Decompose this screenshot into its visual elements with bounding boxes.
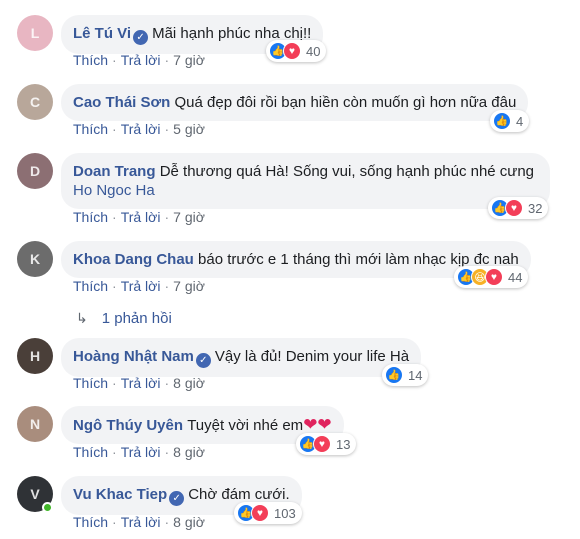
heart-emoji-icon: ❤❤	[303, 415, 332, 434]
comment-time[interactable]: 7 giờ	[173, 278, 205, 294]
comment-text: Tuyệt vời nhé em	[187, 417, 304, 434]
comment-author[interactable]: Hoàng Nhật Nam	[73, 348, 194, 365]
comment-bubble: Cao Thái Sơn Quá đẹp đôi rồi bạn hiền cò…	[61, 84, 529, 121]
comment-time[interactable]: 7 giờ	[173, 52, 205, 68]
love-reaction-icon: ♥	[505, 199, 523, 217]
reaction-count: 14	[408, 367, 423, 383]
reaction-summary[interactable]: 👍 ♥ 13	[296, 433, 357, 455]
reaction-summary[interactable]: 👍 ♥ 32	[488, 197, 549, 219]
reaction-summary[interactable]: 👍 ♥ 103	[234, 502, 302, 524]
like-button[interactable]: Thích	[73, 209, 108, 225]
like-button[interactable]: Thích	[73, 375, 108, 391]
like-button[interactable]: Thích	[73, 444, 108, 460]
like-button[interactable]: Thích	[73, 514, 108, 530]
like-button[interactable]: Thích	[73, 52, 108, 68]
avatar[interactable]: K	[17, 241, 53, 277]
comment-bubble: Hoàng Nhật Nam ✓ Vậy là đủ! Denim your lif…	[61, 338, 422, 377]
love-reaction-icon: ♥	[485, 268, 503, 286]
reaction-count: 40	[306, 43, 321, 59]
reaction-summary[interactable]: 👍 4	[490, 110, 530, 132]
verified-badge-icon: ✓	[133, 30, 149, 45]
comment-author[interactable]: Cao Thái Sơn	[73, 94, 170, 111]
replies-count[interactable]: 1 phản hồi	[102, 310, 172, 327]
reply-button[interactable]: Trả lời	[121, 209, 161, 225]
reaction-summary[interactable]: 👍 😆 ♥ 44	[454, 266, 529, 288]
comment-time[interactable]: 8 giờ	[173, 375, 205, 391]
comment-text: Chờ đám cưới.	[188, 486, 290, 503]
view-replies-link[interactable]: ↳ 1 phản hồi	[76, 310, 172, 327]
comment-actions: Thích · Trả lời · 5 giờ	[73, 121, 205, 137]
love-reaction-icon: ♥	[283, 42, 301, 60]
reaction-count: 32	[528, 200, 543, 216]
reply-button[interactable]: Trả lời	[121, 121, 161, 137]
love-reaction-icon: ♥	[313, 435, 331, 453]
comment-actions: Thích · Trả lời · 7 giờ	[73, 278, 205, 294]
reply-button[interactable]: Trả lời	[121, 444, 161, 460]
avatar[interactable]: H	[17, 338, 53, 374]
comment-author[interactable]: Khoa Dang Chau	[73, 251, 194, 268]
comment-time[interactable]: 8 giờ	[173, 514, 205, 530]
reply-button[interactable]: Trả lời	[121, 514, 161, 530]
like-button[interactable]: Thích	[73, 278, 108, 294]
reaction-summary[interactable]: 👍 14	[382, 364, 429, 386]
comment-actions: Thích · Trả lời · 7 giờ	[73, 209, 205, 225]
comment-author[interactable]: Doan Trang	[73, 163, 156, 180]
online-status-icon	[42, 502, 53, 513]
mention-link[interactable]: Ho Ngoc Ha	[73, 182, 155, 199]
reply-button[interactable]: Trả lời	[121, 278, 161, 294]
comment-author[interactable]: Ngô Thúy Uyên	[73, 417, 183, 434]
reaction-count: 44	[508, 269, 523, 285]
comment-actions: Thích · Trả lời · 7 giờ	[73, 52, 205, 68]
reaction-count: 4	[516, 113, 524, 129]
verified-badge-icon: ✓	[169, 491, 185, 506]
comment-text: Dễ thương quá Hà! Sống vui, sống hạnh ph…	[159, 163, 535, 180]
comment-actions: Thích · Trả lời · 8 giờ	[73, 375, 205, 391]
comment-time[interactable]: 5 giờ	[173, 121, 205, 137]
like-reaction-icon: 👍	[385, 366, 403, 384]
avatar[interactable]: C	[17, 84, 53, 120]
comment-author[interactable]: Lê Tú Vi	[73, 25, 131, 42]
avatar[interactable]: D	[17, 153, 53, 189]
comment-author[interactable]: Vu Khac Tiep	[73, 486, 167, 503]
comment-text: Vậy là đủ! Denim your life Hà	[214, 348, 410, 365]
verified-badge-icon: ✓	[195, 353, 211, 368]
reaction-count: 103	[274, 505, 296, 521]
comment-time[interactable]: 7 giờ	[173, 209, 205, 225]
reply-button[interactable]: Trả lời	[121, 375, 161, 391]
avatar[interactable]: N	[17, 406, 53, 442]
comment-bubble: Doan Trang Dễ thương quá Hà! Sống vui, s…	[61, 153, 550, 209]
reply-button[interactable]: Trả lời	[121, 52, 161, 68]
love-reaction-icon: ♥	[251, 504, 269, 522]
reaction-count: 13	[336, 436, 351, 452]
reaction-summary[interactable]: 👍 ♥ 40	[266, 40, 327, 62]
comment-actions: Thích · Trả lời · 8 giờ	[73, 514, 205, 530]
reply-arrow-icon: ↳	[76, 310, 88, 326]
comment-actions: Thích · Trả lời · 8 giờ	[73, 444, 205, 460]
like-reaction-icon: 👍	[493, 112, 511, 130]
like-button[interactable]: Thích	[73, 121, 108, 137]
comment-time[interactable]: 8 giờ	[173, 444, 205, 460]
comment-text: Quá đẹp đôi rồi bạn hiền còn muốn gì hơn…	[174, 94, 517, 111]
avatar[interactable]: L	[17, 15, 53, 51]
